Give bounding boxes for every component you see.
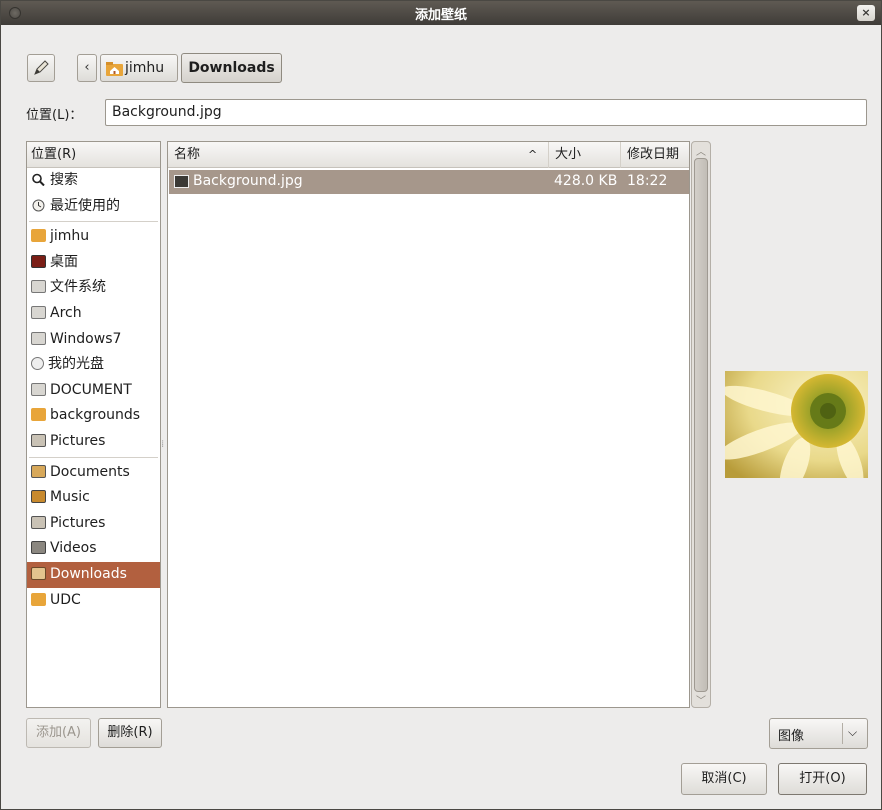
place-label: Downloads	[50, 565, 127, 582]
desktop-icon	[31, 254, 46, 268]
place-label: Videos	[50, 540, 97, 557]
cdrom-icon	[31, 357, 44, 371]
place-desktop[interactable]: 桌面	[27, 250, 160, 276]
file-size: 428.0 KB	[554, 173, 618, 189]
sort-ascending-icon: ^	[528, 148, 538, 161]
filter-divider	[842, 723, 843, 744]
places-sidebar: 位置(R) 搜索 最近使用的 jimhu 桌面 文件系统 Arch Window…	[26, 141, 161, 708]
chevron-down-icon: ⌵	[848, 725, 858, 739]
file-modified: 18:22	[627, 173, 668, 189]
folder-icon	[31, 592, 46, 606]
column-name[interactable]: 名称	[168, 142, 548, 168]
places-header[interactable]: 位置(R)	[27, 142, 160, 168]
place-pictures[interactable]: Pictures	[27, 429, 160, 455]
place-downloads[interactable]: Downloads	[27, 561, 160, 588]
place-label: 我的光盘	[48, 356, 104, 373]
scroll-down-arrow-icon[interactable]: ﹀	[692, 692, 710, 707]
close-button[interactable]: ×	[857, 5, 875, 21]
breadcrumb-downloads[interactable]: Downloads	[181, 53, 282, 83]
documents-folder-icon	[31, 464, 46, 478]
place-udc[interactable]: UDC	[27, 588, 160, 614]
place-documents[interactable]: Documents	[27, 460, 160, 486]
places-separator	[29, 456, 158, 458]
file-list: 名称 ^ 大小 修改日期 Background.jpg 428.0 KB 18:…	[167, 141, 690, 708]
filter-value: 图像	[778, 729, 805, 744]
place-home[interactable]: jimhu	[27, 224, 160, 250]
breadcrumb-home[interactable]: jimhu	[100, 54, 178, 82]
drive-icon	[31, 331, 46, 345]
column-size[interactable]: 大小	[548, 142, 620, 168]
column-modified[interactable]: 修改日期	[620, 142, 690, 168]
file-chooser-dialog: 添加壁纸 × ‹ jimhu Downloads 位置(L)： Backgrou…	[0, 0, 882, 810]
place-backgrounds[interactable]: backgrounds	[27, 403, 160, 429]
music-folder-icon	[31, 490, 46, 504]
clock-icon	[32, 199, 45, 212]
place-filesystem[interactable]: 文件系统	[27, 275, 160, 301]
place-search[interactable]: 搜索	[27, 168, 160, 194]
type-location-button[interactable]	[27, 54, 55, 82]
videos-folder-icon	[31, 541, 46, 555]
add-bookmark-button[interactable]: 添加(A)	[26, 718, 91, 748]
pictures-folder-icon	[31, 515, 46, 529]
file-list-scrollbar[interactable]: ︿ ﹀	[691, 141, 711, 708]
remove-bookmark-button[interactable]: 删除(R)	[98, 718, 162, 748]
place-recent[interactable]: 最近使用的	[27, 194, 160, 220]
open-button[interactable]: 打开(O)	[778, 763, 867, 795]
path-scroll-left-button[interactable]: ‹	[77, 54, 97, 82]
file-name: Background.jpg	[193, 173, 303, 189]
place-cdrom[interactable]: 我的光盘	[27, 352, 160, 378]
place-label: Pictures	[50, 514, 106, 531]
file-list-header: 名称 ^ 大小 修改日期	[168, 142, 689, 168]
place-label: jimhu	[50, 228, 90, 245]
place-label: 最近使用的	[50, 197, 120, 214]
window-title: 添加壁纸	[414, 8, 467, 23]
place-label: UDC	[50, 591, 81, 608]
drive-icon	[31, 305, 46, 319]
image-preview	[725, 371, 868, 478]
scroll-up-arrow-icon[interactable]: ︿	[692, 143, 710, 158]
drive-icon	[31, 280, 46, 294]
location-input[interactable]: Background.jpg	[105, 99, 867, 126]
location-label: 位置(L)：	[26, 108, 83, 123]
pane-splitter[interactable]: ⁞	[161, 439, 165, 453]
pencil-icon	[34, 60, 49, 75]
home-folder-icon	[106, 62, 123, 76]
file-type-filter[interactable]: 图像 ⌵	[769, 718, 868, 749]
pictures-folder-icon	[31, 433, 46, 447]
place-label: 搜索	[50, 172, 78, 188]
place-music[interactable]: Music	[27, 485, 160, 511]
home-folder-icon	[31, 229, 46, 243]
file-row[interactable]: Background.jpg 428.0 KB 18:22	[169, 170, 689, 194]
place-arch[interactable]: Arch	[27, 301, 160, 327]
place-label: DOCUMENT	[50, 381, 132, 398]
places-separator	[29, 221, 158, 223]
scrollbar-thumb[interactable]	[694, 158, 708, 692]
breadcrumb-home-label: jimhu	[125, 60, 165, 76]
place-label: Documents	[50, 463, 130, 480]
place-label: Windows7	[50, 330, 122, 347]
place-label: Music	[50, 489, 90, 506]
place-label: Pictures	[50, 432, 106, 449]
place-windows7[interactable]: Windows7	[27, 327, 160, 353]
flower-preview-image	[725, 371, 868, 478]
place-pictures-2[interactable]: Pictures	[27, 511, 160, 537]
place-document-drive[interactable]: DOCUMENT	[27, 378, 160, 404]
place-label: backgrounds	[50, 407, 141, 424]
folder-icon	[31, 408, 46, 422]
place-videos[interactable]: Videos	[27, 536, 160, 562]
search-icon	[32, 173, 45, 186]
cancel-button[interactable]: 取消(C)	[681, 763, 767, 795]
place-label: 桌面	[50, 253, 78, 270]
image-file-icon	[174, 175, 189, 188]
downloads-folder-icon	[31, 566, 46, 580]
title-bar[interactable]: 添加壁纸 ×	[1, 1, 881, 25]
drive-icon	[31, 382, 46, 396]
place-label: Arch	[50, 304, 82, 321]
place-label: 文件系统	[50, 279, 106, 296]
